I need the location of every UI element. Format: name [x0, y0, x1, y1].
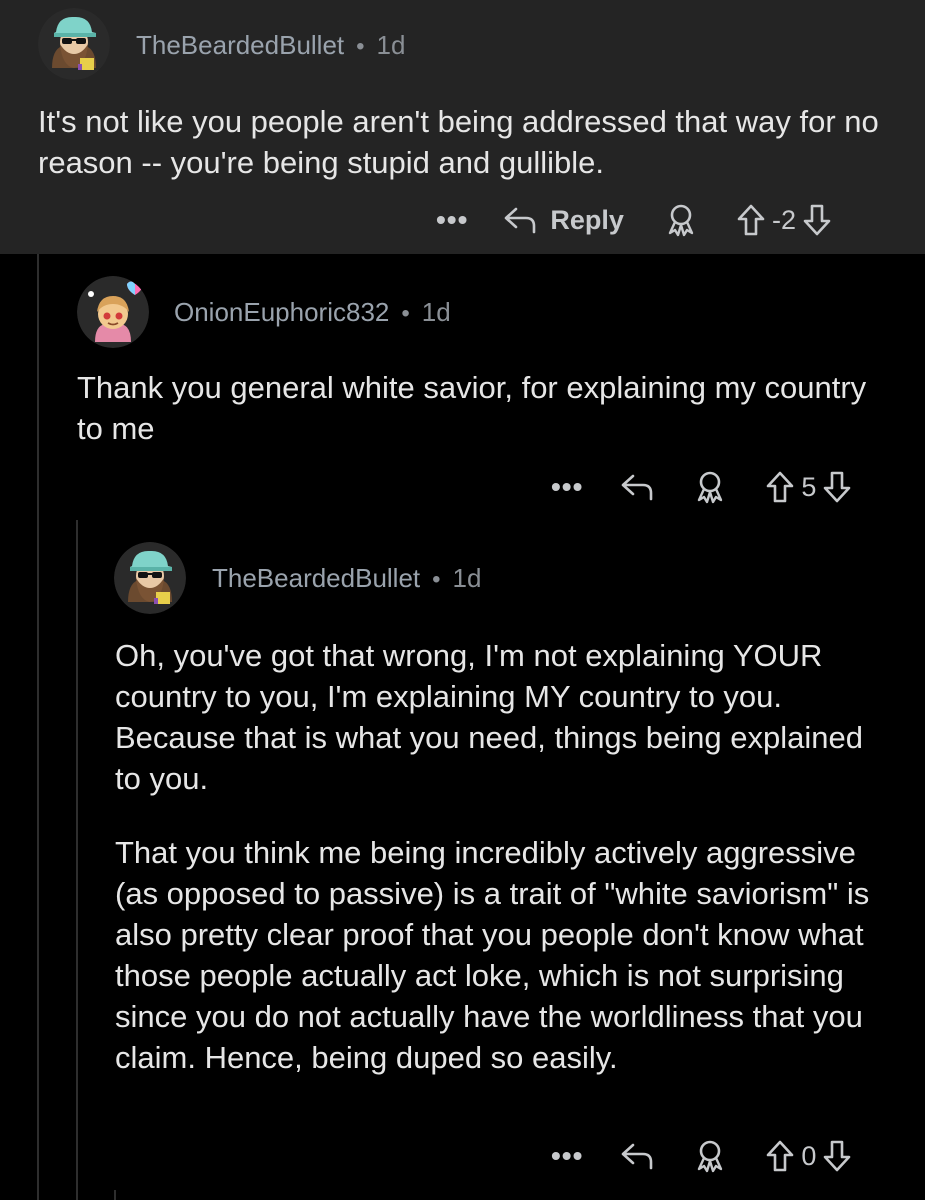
bearded-user-avatar-icon — [114, 542, 186, 614]
vote-score: -2 — [771, 204, 796, 235]
award-button[interactable] — [693, 469, 727, 505]
vote-score: 5 — [801, 471, 817, 502]
award-icon — [698, 1140, 723, 1173]
avatar[interactable] — [114, 542, 186, 614]
comment-thread: TheBeardedBullet • 1d It's not like you … — [0, 0, 925, 1200]
comment-age: 1d — [452, 563, 482, 593]
downvote-arrow-icon — [803, 204, 831, 236]
award-icon — [668, 204, 694, 237]
comment-actions: ••• 5 — [551, 465, 852, 509]
comment-body: It's not like you people aren't being ad… — [38, 101, 888, 183]
highlighted-comment: TheBeardedBullet • 1d It's not like you … — [0, 0, 925, 254]
bearded-user-avatar-icon — [38, 8, 110, 80]
more-options-button[interactable]: ••• — [551, 473, 583, 501]
reply-label: Reply — [550, 204, 624, 235]
downvote-arrow-icon — [824, 1140, 851, 1172]
reply-button[interactable]: Reply — [502, 205, 624, 236]
upvote-arrow-icon — [767, 1140, 794, 1172]
username-link[interactable]: OnionEuphoric832 — [174, 297, 389, 328]
reply-arrow-icon — [622, 1143, 653, 1170]
comment-body: Oh, you've got that wrong, I'm not expla… — [115, 635, 890, 1078]
reply-button[interactable] — [619, 1141, 655, 1171]
award-button[interactable] — [693, 1138, 727, 1174]
separator-dot: • — [356, 33, 365, 60]
thread-line[interactable] — [76, 520, 78, 1200]
separator-dot: • — [432, 566, 441, 593]
comment-body: Thank you general white savior, for expl… — [77, 367, 877, 449]
comment-paragraph: It's not like you people aren't being ad… — [38, 104, 879, 180]
downvote-button[interactable] — [822, 470, 852, 504]
comment-age: 1d — [376, 30, 406, 60]
reply-button[interactable] — [619, 472, 655, 502]
upvote-arrow-icon — [737, 204, 765, 236]
reply-arrow-icon — [622, 474, 653, 501]
downvote-button[interactable] — [802, 203, 832, 237]
more-options-button[interactable]: ••• — [436, 206, 468, 234]
upvote-button[interactable] — [765, 1139, 795, 1173]
username-link[interactable]: TheBeardedBullet — [136, 30, 344, 61]
upvote-arrow-icon — [767, 471, 794, 503]
avatar[interactable] — [77, 276, 149, 348]
comment-meta: TheBeardedBullet • 1d — [136, 30, 405, 61]
comment-actions: ••• Reply -2 — [436, 198, 832, 242]
downvote-button[interactable] — [822, 1139, 852, 1173]
comment-paragraph: That you think me being incredibly activ… — [115, 835, 870, 1075]
thread-line[interactable] — [37, 254, 39, 1200]
vote-score: 0 — [801, 1140, 817, 1171]
username-link[interactable]: TheBeardedBullet — [212, 563, 420, 594]
thread-line[interactable] — [114, 1190, 116, 1200]
comment-paragraph: Thank you general white savior, for expl… — [77, 370, 867, 446]
comment-meta: OnionEuphoric832 • 1d — [174, 297, 451, 328]
more-options-button[interactable]: ••• — [551, 1142, 583, 1170]
downvote-arrow-icon — [824, 471, 851, 503]
comment-meta: TheBeardedBullet • 1d — [212, 563, 481, 594]
reply-arrow-icon — [505, 207, 536, 234]
award-icon — [698, 471, 723, 504]
comment-age: 1d — [421, 297, 451, 327]
award-button[interactable] — [664, 202, 698, 238]
avatar[interactable] — [38, 8, 110, 80]
onion-user-avatar-icon — [77, 276, 149, 348]
comment-paragraph: Oh, you've got that wrong, I'm not expla… — [115, 638, 863, 796]
comment-actions: ••• 0 — [551, 1134, 852, 1178]
upvote-button[interactable] — [765, 470, 795, 504]
separator-dot: • — [401, 300, 410, 327]
upvote-button[interactable] — [736, 203, 766, 237]
